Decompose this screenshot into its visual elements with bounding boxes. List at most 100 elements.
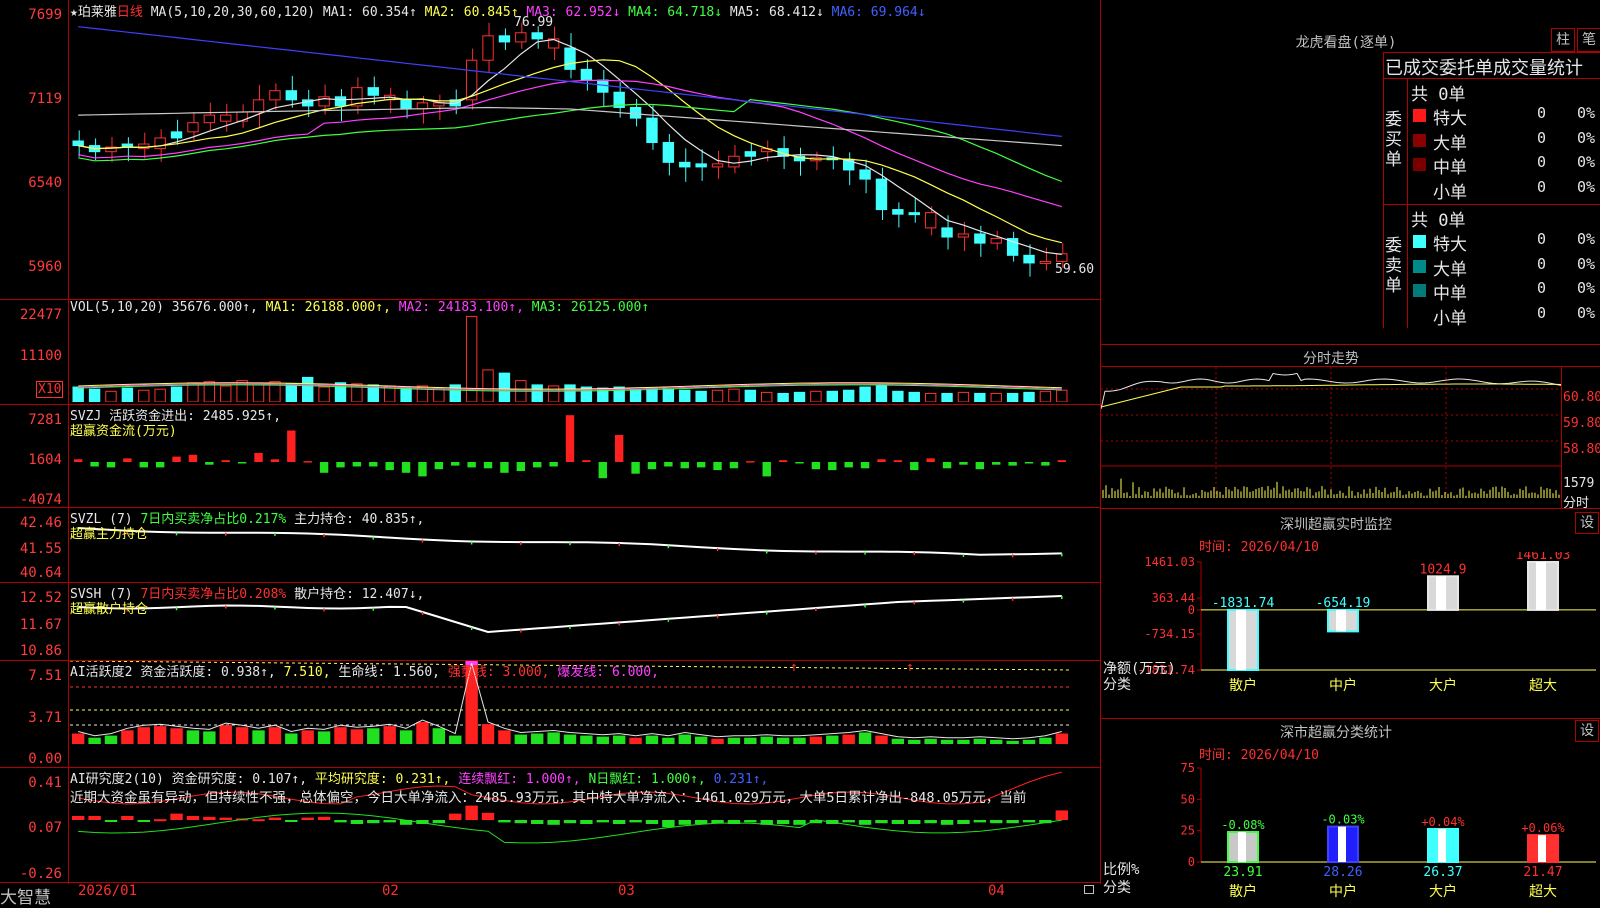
ma-definition: MA(5,10,20,30,60,120) (150, 5, 316, 20)
period-label[interactable]: 日线 (117, 5, 143, 20)
order-percent: 0% (1577, 279, 1596, 297)
ai2-name: AI研究度2(10) (70, 772, 164, 787)
fund-flow-bar (139, 462, 148, 468)
ai1-name: AI活跃度2 (70, 665, 133, 680)
classify-settings-button[interactable]: 设 (1575, 720, 1599, 742)
order-percent: 0% (1577, 153, 1596, 171)
research-bar (465, 805, 478, 820)
research-bar (908, 820, 921, 824)
order-count: 0 (1537, 279, 1547, 297)
date-tick: 2026/01 (78, 883, 138, 899)
volume-bar (810, 390, 822, 402)
activity-bar (350, 729, 364, 744)
activity-bar (612, 735, 626, 744)
order-percent: 0% (1577, 303, 1596, 322)
classify-bar-chart[interactable]: 75 50 25 0 -0.08% 23.91 散户 -0.03% 28.26 中户 +0.04% 2… (1101, 758, 1600, 900)
activity-bar (694, 736, 708, 744)
bar-highlight (1538, 835, 1546, 862)
volume-bar (892, 390, 904, 402)
fund-flow-bar (467, 462, 476, 468)
volume-bar (1056, 389, 1068, 402)
main-chart-panel[interactable] (0, 0, 1100, 300)
fund-flow-bar (254, 453, 263, 462)
divider (1101, 344, 1600, 345)
activity-bar (875, 735, 888, 744)
main-indicator-header: ★珀莱雅日线 MA(5,10,20,30,60,120) MA1: 60.354… (70, 1, 926, 20)
volume-bar (875, 385, 888, 402)
activity-bar (186, 730, 200, 744)
candle-body (482, 35, 494, 61)
research-bar (793, 820, 806, 825)
star-icon[interactable]: ★ (70, 5, 78, 20)
right-panel: 龙虎看盘(逐单) 柱 笔 已成交委托单成交量统计 委买单 委卖单 共 0单 特大… (1101, 0, 1600, 900)
research-bar (137, 820, 150, 822)
min-price-label: 59.60 (1055, 262, 1095, 277)
volume-bar (974, 392, 986, 402)
fund-flow-bar (221, 460, 230, 462)
research-bar (301, 817, 314, 820)
bar-value-label: -654.19 (1316, 596, 1371, 611)
vol-scale-badge[interactable]: X10 (36, 381, 64, 398)
svsh-subtitle: 超赢散户持仓 (70, 602, 149, 617)
research-bar (317, 816, 331, 820)
research-bar (367, 820, 380, 824)
fund-flow-bar (942, 462, 952, 469)
activity-bar (121, 730, 134, 744)
date-tick: 03 (618, 883, 635, 899)
activity-bar (137, 727, 150, 744)
volume-bar (498, 372, 511, 402)
monitor-settings-button[interactable]: 设 (1575, 512, 1599, 534)
volume-bar (302, 376, 314, 402)
category-label: 大户 (1429, 677, 1457, 694)
intraday-chart[interactable] (1101, 367, 1561, 508)
lock-icon[interactable] (1084, 885, 1094, 894)
svzl-subtitle: 超赢主力持仓 (70, 527, 149, 542)
volume-chart[interactable] (70, 310, 1100, 402)
fund-flow-bar (1057, 460, 1066, 462)
volume-bar (908, 391, 920, 402)
svzj-subtitle: 超赢资金流(万元) (70, 424, 177, 439)
research-bar (1006, 820, 1019, 824)
fund-flow-bar (451, 462, 460, 466)
activity-bar (449, 735, 462, 744)
candle-body (711, 163, 724, 168)
sell-row: 大单 0 0% (1409, 254, 1600, 280)
category-label: 大户 (1429, 883, 1457, 900)
volume-bar (695, 390, 707, 402)
legend-swatch (1413, 133, 1426, 147)
change-label: +0.04% (1421, 815, 1465, 829)
fund-flow-bar (90, 462, 99, 467)
order-size-label: 小单 (1433, 308, 1467, 329)
ai2-header: AI研究度2(10) 资金研究度: 0.107↑, 平均研究度: 0.231↑,… (70, 768, 768, 787)
activity-bar (809, 736, 823, 744)
monitor-title: 深圳超赢实时监控 (1280, 517, 1392, 533)
volume-bar (72, 386, 84, 402)
research-bar (957, 820, 970, 824)
activity-bar (891, 738, 905, 744)
research-bar (481, 812, 495, 820)
volume-bar (793, 391, 806, 402)
legend-swatch (1413, 235, 1426, 248)
legend-swatch (1413, 259, 1426, 273)
tick-mode-button[interactable]: 笔 (1577, 28, 1600, 52)
order-size-label: 大单 (1433, 133, 1467, 154)
research-bar (563, 820, 577, 824)
y-tick-label: -734.15 (1144, 627, 1195, 641)
candle-body (662, 142, 675, 163)
fund-flow-bar (336, 462, 345, 468)
bar-highlight (1236, 609, 1246, 670)
main-position-line (78, 527, 1062, 556)
research-bar (170, 813, 183, 820)
y-tick-label: 1461.03 (1144, 555, 1195, 569)
order-size-label: 特大 (1433, 109, 1467, 129)
monitor-bar-chart[interactable]: 1461.03363.440-734.15-1831.74-1831.74散户-… (1101, 552, 1600, 712)
ai2-axis-tick: 0.41 (28, 775, 62, 791)
activity-bar (104, 735, 118, 744)
volume-bar (220, 385, 232, 402)
order-percent: 0% (1577, 254, 1596, 273)
candlestick-chart[interactable] (70, 16, 1100, 298)
volume-bar (121, 387, 134, 402)
order-count: 0 (1537, 128, 1547, 147)
bar-mode-button[interactable]: 柱 (1551, 28, 1575, 52)
volume-bar (826, 390, 838, 402)
